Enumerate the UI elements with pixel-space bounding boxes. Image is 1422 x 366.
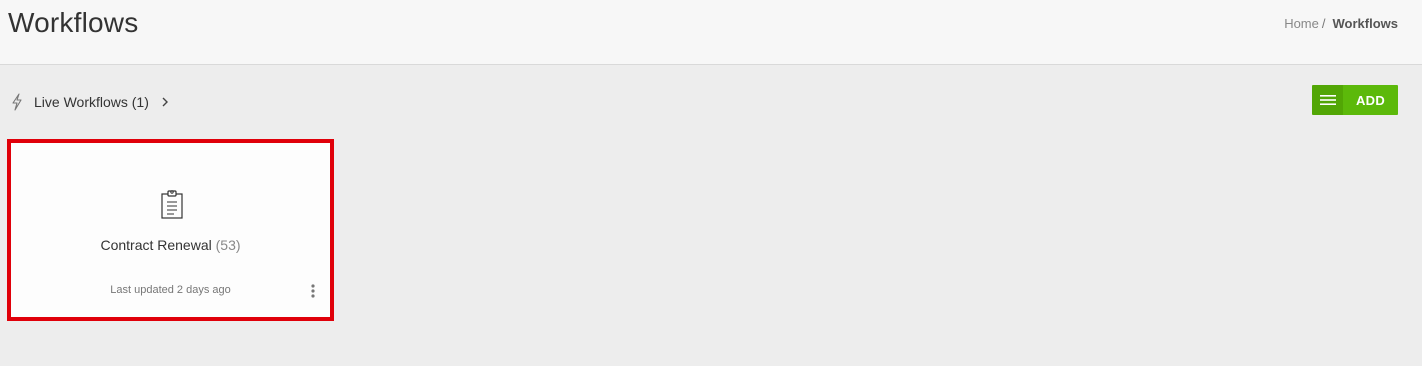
workflow-last-updated: Last updated 2 days ago [110,284,231,296]
breadcrumb-separator: / [1321,16,1326,31]
clipboard-icon [161,190,183,219]
breadcrumb-current: Workflows [1332,16,1399,31]
lightning-bolt-icon [12,93,22,111]
more-options-icon[interactable] [307,282,319,300]
workflow-card-title: Contract Renewal (53) [11,237,330,253]
breadcrumb-home-link[interactable]: Home [1284,16,1319,31]
add-button[interactable]: ADD [1312,85,1398,115]
page-title: Workflows [8,7,139,38]
workflow-name: Contract Renewal [100,237,212,253]
workflow-count: (53) [215,237,241,253]
breadcrumb: Home / Workflows [1284,16,1398,31]
live-workflows-toggle[interactable]: Live Workflows (1) [10,93,169,111]
page-header: Workflows Home / Workflows [0,0,1422,65]
add-button-label: ADD [1343,85,1398,115]
hamburger-menu-icon [1319,95,1336,105]
live-workflows-label: Live Workflows (1) [34,94,149,110]
workflow-toolbar: Live Workflows (1) ADD [0,85,1422,118]
chevron-right-icon [162,97,168,107]
workflow-card[interactable]: Contract Renewal (53) Last updated 2 day… [7,139,334,321]
add-menu-toggle[interactable] [1312,85,1343,115]
